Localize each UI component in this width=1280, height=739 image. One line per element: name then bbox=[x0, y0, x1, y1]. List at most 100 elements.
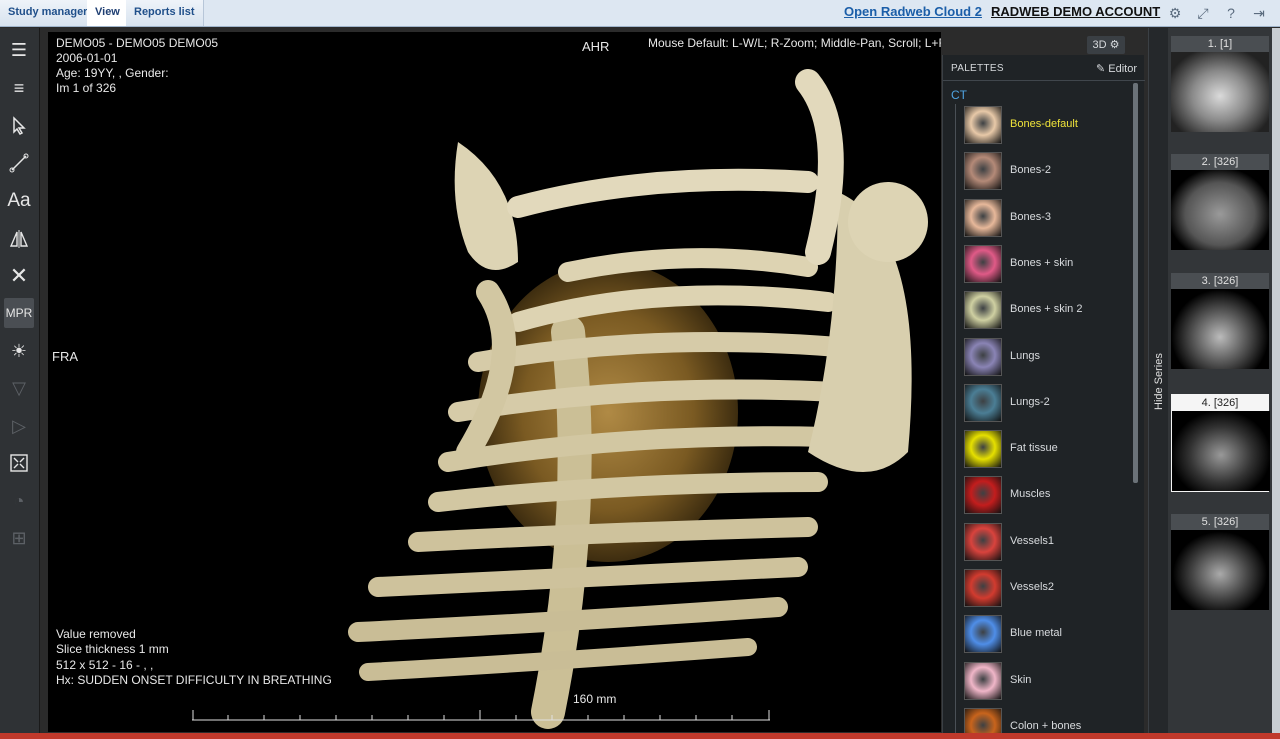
palette-item[interactable]: Blue metal bbox=[964, 613, 1133, 655]
series-thumbnail[interactable]: 3. [326] bbox=[1171, 273, 1269, 369]
palette-item[interactable]: Bones + skin bbox=[964, 243, 1133, 285]
palette-list: Bones-default Bones-2 Bones-3 Bones + skin B… bbox=[955, 104, 1133, 733]
annotations-icon[interactable]: ≡ bbox=[4, 73, 34, 103]
palette-label: Vessels1 bbox=[1010, 534, 1055, 547]
palette-item[interactable]: Bones-default bbox=[964, 104, 1133, 146]
palette-item[interactable]: Colon + bones bbox=[964, 706, 1133, 733]
series-thumbnail[interactable]: 4. [326] bbox=[1171, 394, 1270, 492]
palette-label: Lungs bbox=[1010, 349, 1040, 362]
pointer-icon[interactable] bbox=[4, 110, 34, 140]
palette-label: Skin bbox=[1010, 673, 1032, 686]
palette-label: Muscles bbox=[1010, 488, 1051, 501]
palette-label: Bones-2 bbox=[1010, 164, 1051, 177]
clavicle-left bbox=[507, 168, 819, 218]
series-preview-image bbox=[1171, 170, 1269, 250]
hide-series-toggle[interactable]: Hide Series bbox=[1148, 28, 1168, 733]
series-label: 5. [326] bbox=[1171, 514, 1269, 530]
palette-thumbnail bbox=[964, 198, 1002, 237]
3d-mode-button[interactable]: 3D ⚙ bbox=[1087, 36, 1125, 54]
account-label[interactable]: RADWEB DEMO ACCOUNT bbox=[991, 4, 1160, 19]
series-panel: 1. [1] 2. [326] 3. [326] 4. [326] 5. [326] bbox=[1168, 28, 1272, 733]
orientation-top: AHR bbox=[582, 39, 610, 54]
palette-item[interactable]: Lungs bbox=[964, 336, 1133, 378]
3d-mode-label: 3D bbox=[1092, 39, 1107, 51]
palette-thumbnail bbox=[964, 291, 1002, 330]
palette-item[interactable]: Vessels2 bbox=[964, 567, 1133, 609]
layout-icon[interactable]: ☰ bbox=[4, 35, 34, 65]
measure-line-icon[interactable] bbox=[4, 148, 34, 178]
tab-view[interactable]: View bbox=[87, 0, 129, 26]
volume-rendering[interactable] bbox=[48, 32, 941, 732]
series-thumbnail[interactable]: 2. [326] bbox=[1171, 154, 1269, 250]
flip-icon[interactable] bbox=[4, 224, 34, 254]
palettes-title: PALETTES bbox=[951, 63, 1004, 74]
help-icon[interactable]: ? bbox=[1222, 4, 1240, 22]
palette-item[interactable]: Bones-2 bbox=[964, 150, 1133, 192]
clinical-history: Hx: SUDDEN ONSET DIFFICULTY IN BREATHING bbox=[56, 673, 332, 687]
close-icon[interactable]: ✕ bbox=[4, 261, 34, 291]
series-label: 3. [326] bbox=[1171, 273, 1269, 289]
tab-reports-list[interactable]: Reports list bbox=[126, 0, 204, 26]
series-preview-image bbox=[1172, 411, 1270, 491]
palette-label: Bones + skin bbox=[1010, 256, 1074, 269]
palette-item[interactable]: Lungs-2 bbox=[964, 382, 1133, 424]
grid-icon[interactable]: ⊞ bbox=[4, 523, 34, 553]
palette-item[interactable]: Muscles bbox=[964, 474, 1133, 516]
taskbar-strip bbox=[0, 733, 1280, 739]
gear-icon: ⚙ bbox=[1109, 39, 1120, 51]
palette-group-ct[interactable]: CT bbox=[951, 88, 967, 102]
humeral-head bbox=[848, 182, 928, 262]
open-cloud-link[interactable]: Open Radweb Cloud 2 bbox=[844, 4, 982, 19]
settings-gear-icon[interactable]: ⚙ bbox=[1166, 4, 1184, 22]
matrix-info: 512 x 512 - 16 - , , bbox=[56, 658, 154, 672]
palette-scrollbar[interactable] bbox=[1133, 83, 1138, 483]
speed-icon[interactable]: ◔ bbox=[4, 486, 34, 516]
palette-thumbnail bbox=[964, 337, 1002, 376]
series-thumbnail[interactable]: 1. [1] bbox=[1171, 36, 1269, 132]
palette-editor-button[interactable]: ✎ Editor bbox=[1096, 62, 1137, 75]
palette-thumbnail bbox=[964, 383, 1002, 422]
value-info: Value removed bbox=[56, 627, 136, 641]
scale-label: 160 mm bbox=[573, 692, 617, 706]
mpr-button[interactable]: MPR bbox=[4, 298, 34, 328]
orientation-left: FRA bbox=[52, 349, 78, 364]
palette-thumbnail bbox=[964, 430, 1002, 469]
palette-item[interactable]: Fat tissue bbox=[964, 428, 1133, 470]
filter-icon[interactable]: ▽ bbox=[4, 373, 34, 403]
image-index: Im 1 of 326 bbox=[56, 81, 117, 95]
palette-thumbnail bbox=[964, 661, 1002, 700]
palettes-header: PALETTES ✎ Editor bbox=[943, 55, 1145, 81]
palette-label: Bones-default bbox=[1010, 118, 1078, 130]
brightness-icon[interactable]: ☀ bbox=[4, 336, 34, 366]
tab-study-manager[interactable]: Study manager bbox=[0, 0, 97, 26]
palette-item[interactable]: Vessels1 bbox=[964, 521, 1133, 563]
palette-item[interactable]: Bones-3 bbox=[964, 197, 1133, 239]
image-viewport[interactable]: DEMO05 - DEMO05 DEMO05 2006-01-01 Age: 1… bbox=[48, 32, 941, 732]
patient-age: Age: 19YY, , Gender: bbox=[56, 66, 169, 80]
series-label: 4. [326] bbox=[1172, 395, 1268, 411]
palette-thumbnail bbox=[964, 152, 1002, 191]
text-annotation-icon[interactable]: Aa bbox=[4, 186, 34, 216]
palette-thumbnail bbox=[964, 244, 1002, 283]
series-preview-image bbox=[1171, 289, 1269, 369]
hide-series-label: Hide Series bbox=[1153, 353, 1165, 410]
play-icon[interactable]: ▷ bbox=[4, 411, 34, 441]
palette-thumbnail bbox=[964, 707, 1002, 733]
slice-thickness: Slice thickness 1 mm bbox=[56, 642, 169, 656]
fullscreen-icon[interactable]: ⤢ bbox=[1194, 4, 1212, 22]
palette-label: Bones + skin 2 bbox=[1010, 303, 1083, 316]
series-thumbnail[interactable]: 5. [326] bbox=[1171, 514, 1269, 610]
logout-icon[interactable]: ⇥ bbox=[1250, 4, 1268, 22]
series-label: 1. [1] bbox=[1171, 36, 1269, 52]
clavicle-right bbox=[795, 69, 844, 265]
palette-label: Blue metal bbox=[1010, 627, 1062, 640]
top-bar: Study manager View Reports list Open Rad… bbox=[0, 0, 1280, 27]
palette-thumbnail bbox=[964, 522, 1002, 561]
palette-thumbnail bbox=[964, 615, 1002, 654]
fit-icon[interactable] bbox=[4, 448, 34, 478]
series-label: 2. [326] bbox=[1171, 154, 1269, 170]
palette-thumbnail bbox=[964, 106, 1002, 144]
palette-item[interactable]: Skin bbox=[964, 660, 1133, 702]
palette-item[interactable]: Bones + skin 2 bbox=[964, 289, 1133, 331]
window-edge bbox=[1272, 28, 1280, 733]
